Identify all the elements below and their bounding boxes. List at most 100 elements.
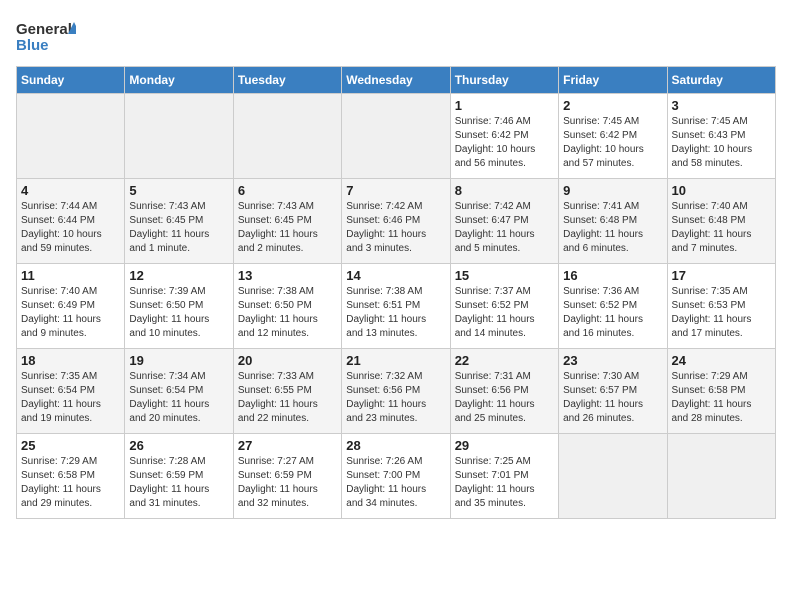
day-info: Sunrise: 7:45 AM Sunset: 6:42 PM Dayligh… [563, 115, 662, 171]
calendar-cell: 25 Sunrise: 7:29 AM Sunset: 6:58 PM Dayli… [17, 434, 125, 519]
day-number: 19 [129, 353, 228, 368]
day-number: 7 [346, 183, 445, 198]
calendar-cell: 6 Sunrise: 7:43 AM Sunset: 6:45 PM Daylig… [233, 179, 341, 264]
calendar-week-row: 25 Sunrise: 7:29 AM Sunset: 6:58 PM Dayli… [17, 434, 776, 519]
calendar-cell [667, 434, 775, 519]
day-info: Sunrise: 7:42 AM Sunset: 6:46 PM Dayligh… [346, 200, 445, 256]
calendar-cell [559, 434, 667, 519]
calendar-cell: 10Sunrise: 7:40 AM Sunset: 6:48 PM Dayli… [667, 179, 775, 264]
day-number: 2 [563, 98, 662, 113]
weekday-header-tuesday: Tuesday [233, 67, 341, 94]
day-number: 20 [238, 353, 337, 368]
weekday-header-row: SundayMondayTuesdayWednesdayThursdayFrid… [17, 67, 776, 94]
day-number: 22 [455, 353, 554, 368]
calendar-cell: 17 Sunrise: 7:35 AM Sunset: 6:53 PM Dayli… [667, 264, 775, 349]
day-info: Sunrise: 7:38 AM Sunset: 6:50 PM Dayligh… [238, 285, 337, 341]
day-number: 17 [672, 268, 771, 283]
day-number: 16 [563, 268, 662, 283]
day-number: 11 [21, 268, 120, 283]
day-info: Sunrise: 7:29 AM Sunset: 6:58 PM Dayligh… [672, 370, 771, 426]
day-info: Sunrise: 7:25 AM Sunset: 7:01 PM Dayligh… [455, 455, 554, 511]
calendar-cell: 9 Sunrise: 7:41 AM Sunset: 6:48 PM Daylig… [559, 179, 667, 264]
svg-text:General: General [16, 21, 72, 38]
day-number: 28 [346, 438, 445, 453]
calendar-cell: 18Sunrise: 7:35 AM Sunset: 6:54 PM Dayli… [17, 349, 125, 434]
calendar-cell [233, 94, 341, 179]
weekday-header-thursday: Thursday [450, 67, 558, 94]
calendar-week-row: 18Sunrise: 7:35 AM Sunset: 6:54 PM Dayli… [17, 349, 776, 434]
calendar-cell: 7 Sunrise: 7:42 AM Sunset: 6:46 PM Daylig… [342, 179, 450, 264]
day-number: 15 [455, 268, 554, 283]
calendar-week-row: 11 Sunrise: 7:40 AM Sunset: 6:49 PM Dayli… [17, 264, 776, 349]
day-number: 8 [455, 183, 554, 198]
calendar-table: SundayMondayTuesdayWednesdayThursdayFrid… [16, 66, 776, 519]
weekday-header-monday: Monday [125, 67, 233, 94]
svg-text:Blue: Blue [16, 37, 49, 54]
calendar-cell: 22 Sunrise: 7:31 AM Sunset: 6:56 PM Dayli… [450, 349, 558, 434]
weekday-header-sunday: Sunday [17, 67, 125, 94]
day-number: 13 [238, 268, 337, 283]
calendar-week-row: 1Sunrise: 7:46 AM Sunset: 6:42 PM Daylig… [17, 94, 776, 179]
calendar-cell: 5 Sunrise: 7:43 AM Sunset: 6:45 PM Daylig… [125, 179, 233, 264]
logo-svg: General Blue [16, 16, 76, 58]
calendar-cell: 1Sunrise: 7:46 AM Sunset: 6:42 PM Daylig… [450, 94, 558, 179]
day-info: Sunrise: 7:35 AM Sunset: 6:53 PM Dayligh… [672, 285, 771, 341]
day-number: 9 [563, 183, 662, 198]
day-number: 27 [238, 438, 337, 453]
day-info: Sunrise: 7:37 AM Sunset: 6:52 PM Dayligh… [455, 285, 554, 341]
day-info: Sunrise: 7:35 AM Sunset: 6:54 PM Dayligh… [21, 370, 120, 426]
day-info: Sunrise: 7:41 AM Sunset: 6:48 PM Dayligh… [563, 200, 662, 256]
calendar-cell: 11 Sunrise: 7:40 AM Sunset: 6:49 PM Dayli… [17, 264, 125, 349]
day-info: Sunrise: 7:30 AM Sunset: 6:57 PM Dayligh… [563, 370, 662, 426]
day-info: Sunrise: 7:31 AM Sunset: 6:56 PM Dayligh… [455, 370, 554, 426]
day-number: 24 [672, 353, 771, 368]
page-header: General Blue [16, 16, 776, 58]
day-info: Sunrise: 7:26 AM Sunset: 7:00 PM Dayligh… [346, 455, 445, 511]
day-number: 21 [346, 353, 445, 368]
day-info: Sunrise: 7:43 AM Sunset: 6:45 PM Dayligh… [129, 200, 228, 256]
calendar-week-row: 4Sunrise: 7:44 AM Sunset: 6:44 PM Daylig… [17, 179, 776, 264]
calendar-cell: 8 Sunrise: 7:42 AM Sunset: 6:47 PM Daylig… [450, 179, 558, 264]
day-info: Sunrise: 7:32 AM Sunset: 6:56 PM Dayligh… [346, 370, 445, 426]
day-number: 23 [563, 353, 662, 368]
day-info: Sunrise: 7:28 AM Sunset: 6:59 PM Dayligh… [129, 455, 228, 511]
day-info: Sunrise: 7:29 AM Sunset: 6:58 PM Dayligh… [21, 455, 120, 511]
day-number: 6 [238, 183, 337, 198]
calendar-cell: 29 Sunrise: 7:25 AM Sunset: 7:01 PM Dayli… [450, 434, 558, 519]
day-info: Sunrise: 7:27 AM Sunset: 6:59 PM Dayligh… [238, 455, 337, 511]
calendar-cell: 2 Sunrise: 7:45 AM Sunset: 6:42 PM Daylig… [559, 94, 667, 179]
calendar-cell: 26Sunrise: 7:28 AM Sunset: 6:59 PM Dayli… [125, 434, 233, 519]
day-number: 12 [129, 268, 228, 283]
calendar-cell: 15 Sunrise: 7:37 AM Sunset: 6:52 PM Dayli… [450, 264, 558, 349]
day-info: Sunrise: 7:42 AM Sunset: 6:47 PM Dayligh… [455, 200, 554, 256]
calendar-cell: 14Sunrise: 7:38 AM Sunset: 6:51 PM Dayli… [342, 264, 450, 349]
calendar-cell [17, 94, 125, 179]
day-info: Sunrise: 7:40 AM Sunset: 6:49 PM Dayligh… [21, 285, 120, 341]
weekday-header-saturday: Saturday [667, 67, 775, 94]
day-info: Sunrise: 7:43 AM Sunset: 6:45 PM Dayligh… [238, 200, 337, 256]
day-info: Sunrise: 7:34 AM Sunset: 6:54 PM Dayligh… [129, 370, 228, 426]
calendar-cell: 21 Sunrise: 7:32 AM Sunset: 6:56 PM Dayli… [342, 349, 450, 434]
calendar-cell: 3 Sunrise: 7:45 AM Sunset: 6:43 PM Daylig… [667, 94, 775, 179]
logo: General Blue [16, 16, 76, 58]
calendar-cell: 27 Sunrise: 7:27 AM Sunset: 6:59 PM Dayli… [233, 434, 341, 519]
day-number: 10 [672, 183, 771, 198]
weekday-header-friday: Friday [559, 67, 667, 94]
calendar-cell: 24 Sunrise: 7:29 AM Sunset: 6:58 PM Dayli… [667, 349, 775, 434]
day-info: Sunrise: 7:45 AM Sunset: 6:43 PM Dayligh… [672, 115, 771, 171]
calendar-cell: 23 Sunrise: 7:30 AM Sunset: 6:57 PM Dayli… [559, 349, 667, 434]
day-number: 1 [455, 98, 554, 113]
calendar-cell: 12Sunrise: 7:39 AM Sunset: 6:50 PM Dayli… [125, 264, 233, 349]
calendar-cell [342, 94, 450, 179]
calendar-cell: 19 Sunrise: 7:34 AM Sunset: 6:54 PM Dayli… [125, 349, 233, 434]
day-number: 5 [129, 183, 228, 198]
day-info: Sunrise: 7:33 AM Sunset: 6:55 PM Dayligh… [238, 370, 337, 426]
day-number: 25 [21, 438, 120, 453]
day-number: 14 [346, 268, 445, 283]
day-number: 3 [672, 98, 771, 113]
calendar-cell: 4Sunrise: 7:44 AM Sunset: 6:44 PM Daylig… [17, 179, 125, 264]
day-number: 4 [21, 183, 120, 198]
calendar-cell: 13 Sunrise: 7:38 AM Sunset: 6:50 PM Dayli… [233, 264, 341, 349]
calendar-cell [125, 94, 233, 179]
day-number: 29 [455, 438, 554, 453]
